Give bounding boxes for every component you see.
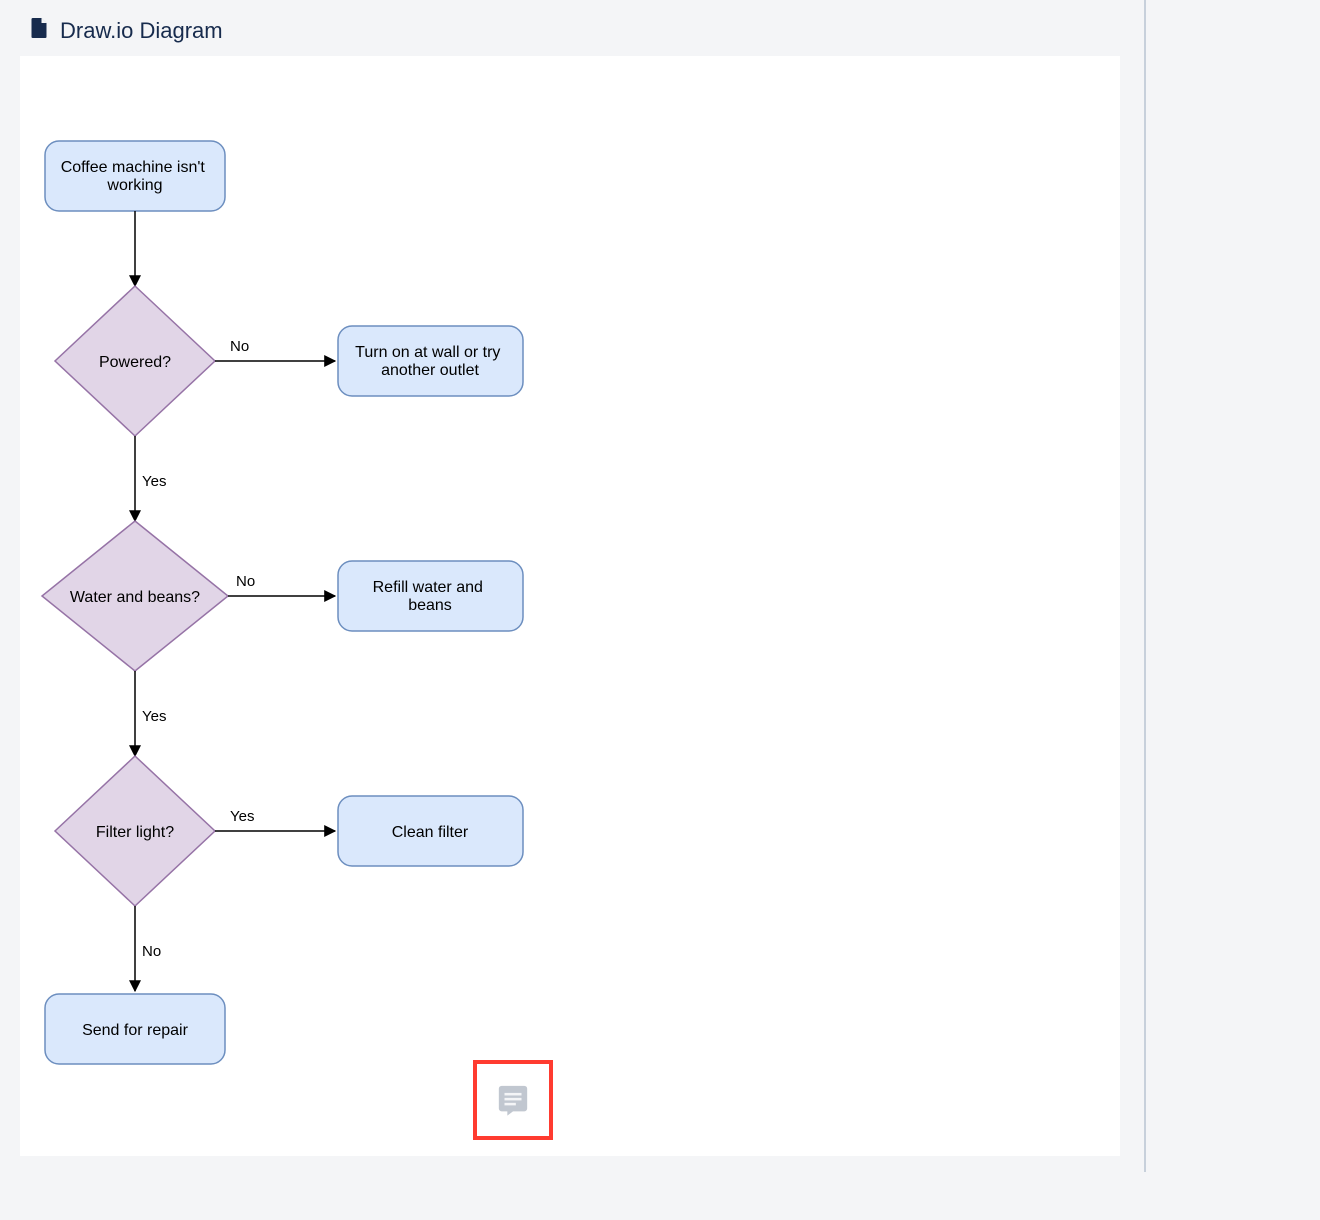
end-node[interactable]: Send for repair — [45, 994, 225, 1064]
comment-icon[interactable] — [473, 1060, 553, 1140]
diagram-panel: Coffee machine isn't working Powered? No… — [20, 56, 1120, 1156]
start-node[interactable]: Coffee machine isn't working — [45, 141, 225, 211]
decision-filter-light[interactable]: Filter light? — [55, 756, 215, 906]
start-text-line2: working — [106, 177, 162, 194]
decision-water-beans[interactable]: Water and beans? — [42, 521, 228, 671]
action-refill[interactable]: Refill water and beans — [338, 561, 523, 631]
edge-d2-no-label: No — [236, 573, 255, 590]
decision-filter-light-label: Filter light? — [96, 824, 174, 841]
decision-powered[interactable]: Powered? — [55, 286, 215, 436]
page-header: Draw.io Diagram — [0, 0, 1320, 56]
edge-d1-no-label: No — [230, 338, 249, 355]
action-turn-on-line1: Turn on at wall or try — [355, 344, 500, 361]
edge-d1-yes-label: Yes — [142, 473, 166, 490]
edge-d3-yes-label: Yes — [230, 808, 254, 825]
page-title: Draw.io Diagram — [60, 18, 223, 44]
flowchart-canvas: Coffee machine isn't working Powered? No… — [30, 76, 1110, 1136]
start-text-line1: Coffee machine isn't — [61, 159, 206, 176]
action-turn-on-line2: another outlet — [381, 362, 479, 379]
action-refill-line1: Refill water and — [373, 579, 483, 596]
decision-water-beans-label: Water and beans? — [70, 589, 200, 606]
page-icon — [30, 18, 48, 44]
action-clean-filter[interactable]: Clean filter — [338, 796, 523, 866]
end-node-label: Send for repair — [82, 1022, 189, 1039]
edge-d2-yes-label: Yes — [142, 708, 166, 725]
right-edge-accent — [1144, 0, 1146, 1172]
edge-d3-no-label: No — [142, 943, 161, 960]
action-clean-filter-label: Clean filter — [392, 824, 469, 841]
decision-powered-label: Powered? — [99, 354, 171, 371]
action-turn-on[interactable]: Turn on at wall or try another outlet — [338, 326, 523, 396]
action-refill-line2: beans — [408, 597, 452, 614]
